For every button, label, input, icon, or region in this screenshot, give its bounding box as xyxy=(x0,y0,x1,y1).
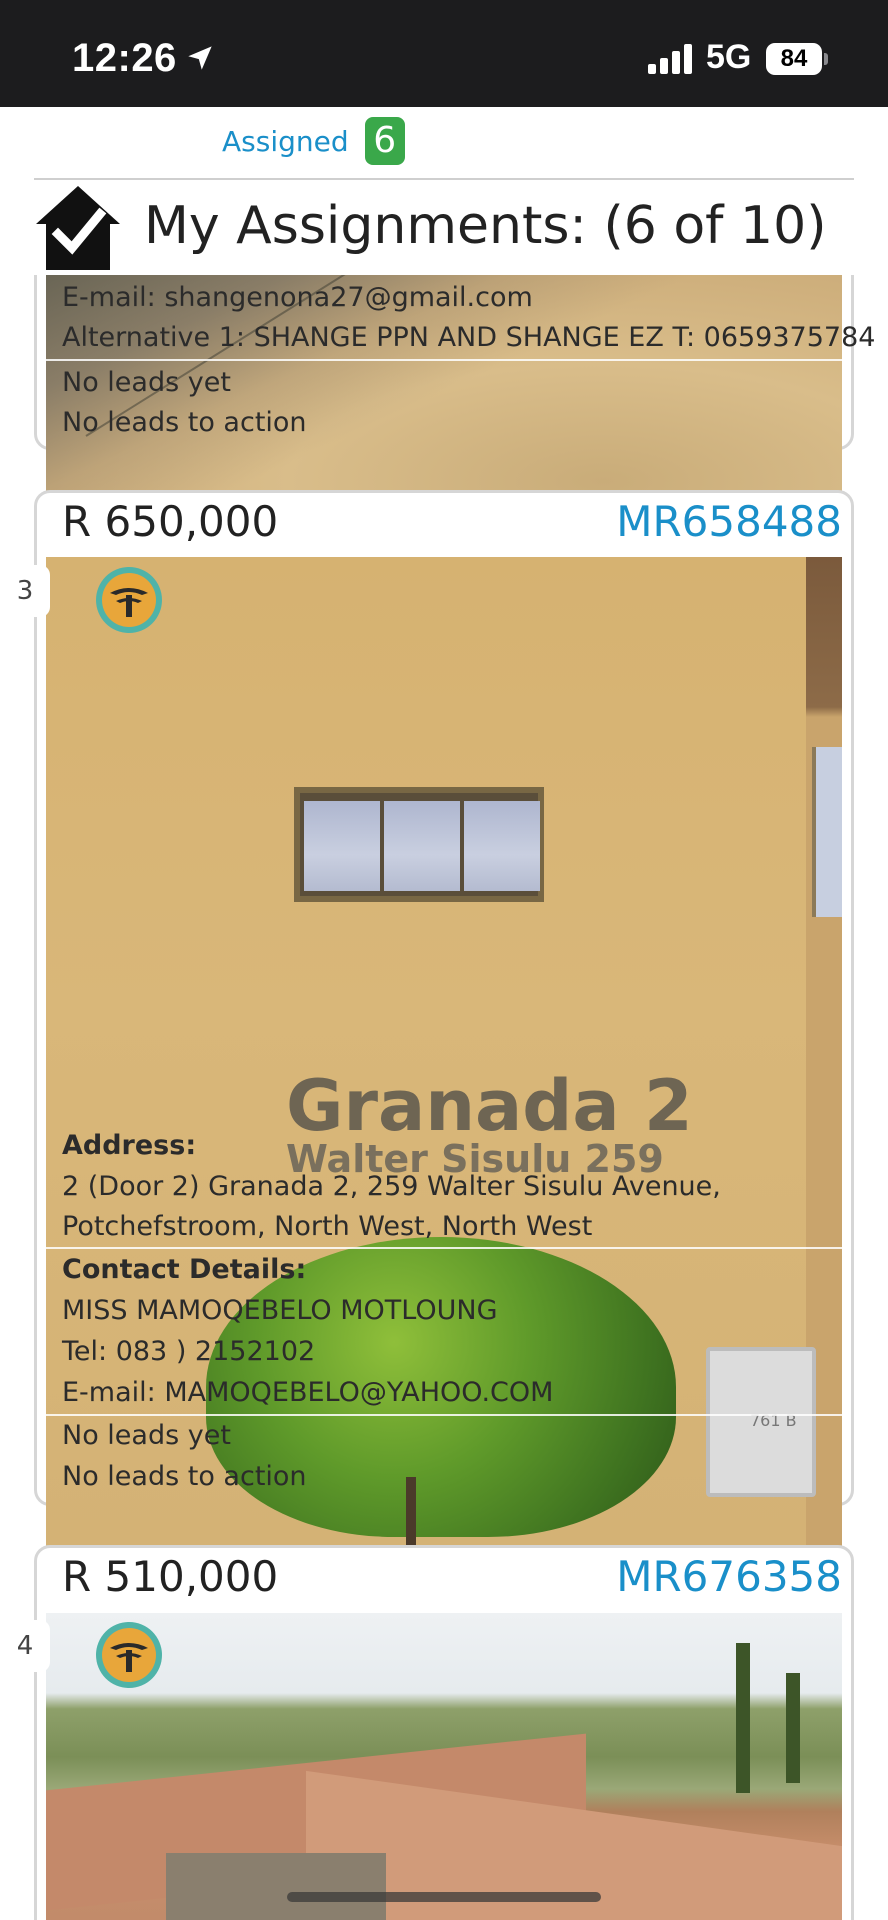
photo-detail xyxy=(166,1853,386,1920)
header-divider xyxy=(34,178,854,180)
property-reference-link[interactable]: MR676358 xyxy=(616,1552,842,1601)
contact-email[interactable]: E-mail: MAMOQEBELO@YAHOO.COM xyxy=(62,1377,553,1408)
page-title: My Assignments: (6 of 10) xyxy=(144,196,827,256)
listing-index-badge: 4 xyxy=(0,1620,50,1672)
status-time: 12:26 xyxy=(72,36,177,80)
leads-status: No leads yet xyxy=(62,367,231,398)
battery-icon: 84 xyxy=(766,43,828,75)
contact-label: Contact Details: xyxy=(62,1254,307,1285)
tab-assigned-count-badge: 6 xyxy=(364,117,405,165)
photo-detail xyxy=(294,787,544,902)
address-line: Potchefstroom, North West, North West xyxy=(62,1211,593,1242)
battery-level: 84 xyxy=(766,43,822,75)
property-reference-link[interactable]: MR658488 xyxy=(616,497,842,546)
listing-index-badge: 3 xyxy=(0,565,50,617)
photo-detail xyxy=(736,1643,750,1793)
photo-detail xyxy=(786,1673,800,1783)
leads-action-status: No leads to action xyxy=(62,407,307,438)
location-arrow-icon xyxy=(188,46,212,70)
network-type: 5G xyxy=(706,38,752,76)
card-divider xyxy=(46,1414,842,1416)
home-indicator[interactable] xyxy=(287,1892,601,1902)
address-label: Address: xyxy=(62,1130,197,1161)
status-bar: 12:26 5G 84 xyxy=(0,0,888,107)
signal-bars-icon xyxy=(648,44,692,74)
card-divider xyxy=(46,1247,842,1249)
leads-status: No leads yet xyxy=(62,1420,231,1451)
photo-detail xyxy=(812,747,842,917)
tab-assigned[interactable]: Assigned 6 xyxy=(222,116,405,166)
contact-alternative: Alternative 1: SHANGE PPN AND SHANGE EZ … xyxy=(62,322,876,353)
photo-detail xyxy=(464,801,540,891)
photo-detail xyxy=(384,801,460,891)
property-photo[interactable] xyxy=(46,1613,842,1920)
tab-assigned-label: Assigned xyxy=(222,124,349,158)
leads-action-status: No leads to action xyxy=(62,1461,307,1492)
photo-sign-text: Granada 2 xyxy=(286,1065,693,1147)
battery-tip xyxy=(824,53,828,65)
house-check-icon xyxy=(36,186,120,270)
photo-detail: 761 B xyxy=(706,1347,816,1497)
property-price: R 650,000 xyxy=(62,497,279,546)
assignments-list[interactable]: E-mail: shangenona27@gmail.com Alternati… xyxy=(0,275,888,1920)
contact-name: MISS MAMOQEBELO MOTLOUNG xyxy=(62,1295,498,1326)
property-price: R 510,000 xyxy=(62,1552,279,1601)
bank-tree-logo-icon xyxy=(96,567,162,633)
card-divider xyxy=(46,359,842,361)
contact-phone[interactable]: Tel: 083 ) 2152102 xyxy=(62,1336,315,1367)
photo-detail xyxy=(304,801,380,891)
address-line: 2 (Door 2) Granada 2, 259 Walter Sisulu … xyxy=(62,1171,721,1202)
bank-tree-logo-icon xyxy=(96,1622,162,1688)
contact-email: E-mail: shangenona27@gmail.com xyxy=(62,282,533,313)
